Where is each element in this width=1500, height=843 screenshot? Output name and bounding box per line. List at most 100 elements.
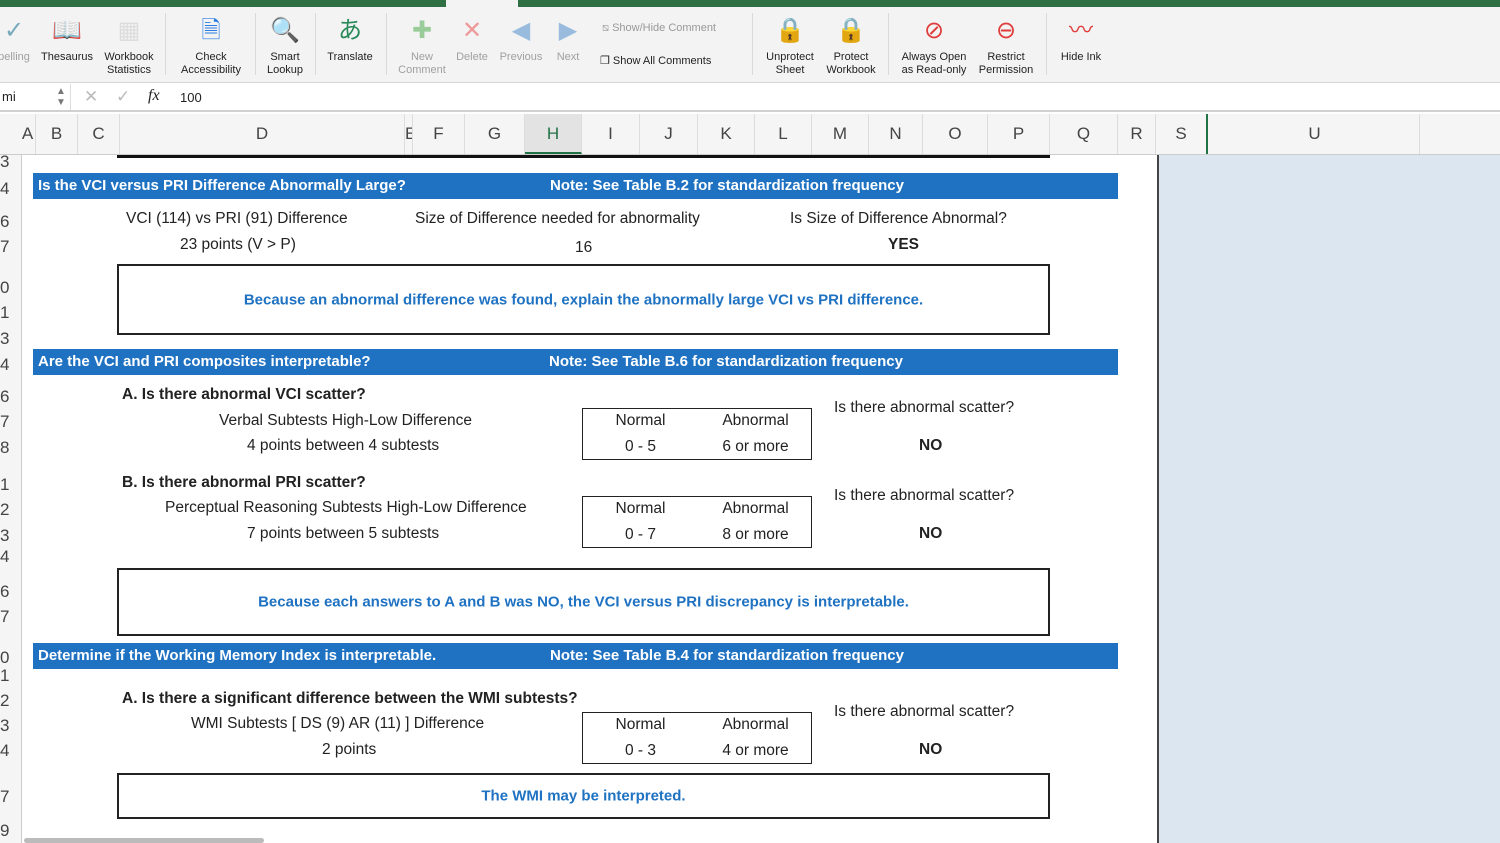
row-number[interactable]: 9: [0, 821, 9, 841]
vci-scatter-question: A. Is there abnormal VCI scatter?: [122, 386, 366, 403]
row-number[interactable]: 6: [0, 582, 9, 602]
always-open-read-only-button[interactable]: ⊘ Always Open as Read-only: [895, 7, 973, 77]
formula-bar: mi ▲ ▼ ✕ ✓ fx 100: [0, 84, 1500, 112]
unprotect-sheet-button[interactable]: 🔒 Unprotect Sheet: [760, 7, 820, 77]
normal-header: Normal: [615, 716, 666, 733]
row-number[interactable]: 4: [0, 547, 9, 567]
column-header[interactable]: L: [755, 114, 812, 154]
row-number[interactable]: 1: [0, 666, 9, 686]
hide-ink-button[interactable]: 〰 Hide Ink: [1054, 7, 1108, 64]
scatter-answer: NO: [919, 525, 943, 542]
formula-input[interactable]: 100: [180, 90, 202, 105]
explanation-box[interactable]: Because an abnormal difference was found…: [117, 264, 1050, 335]
abnormal-header: Abnormal: [722, 716, 789, 733]
column-header[interactable]: J: [640, 114, 698, 154]
row-number[interactable]: 3: [0, 155, 9, 172]
wmi-result-box[interactable]: The WMI may be interpreted.: [117, 773, 1050, 819]
next-comment-button[interactable]: ▶ Next: [550, 7, 586, 64]
row-number[interactable]: 3: [0, 526, 9, 546]
column-header[interactable]: E: [405, 114, 413, 154]
divider: [70, 84, 71, 110]
divider: [165, 13, 166, 75]
interpretation-message: Because each answers to A and B was NO, …: [258, 593, 909, 611]
section-title: Are the VCI and PRI composites interpret…: [38, 353, 371, 370]
column-header[interactable]: R: [1118, 114, 1156, 154]
delete-comment-button[interactable]: ✕ Delete: [452, 7, 492, 64]
wmi-difference-question: A. Is there a significant difference bet…: [122, 690, 578, 707]
verbal-difference-label: Verbal Subtests High-Low Difference: [219, 412, 473, 429]
column-header[interactable]: K: [698, 114, 755, 154]
column-header-selected[interactable]: H: [525, 114, 582, 154]
pri-scatter-question: B. Is there abnormal PRI scatter?: [122, 474, 366, 491]
row-number[interactable]: 2: [0, 500, 9, 520]
column-header[interactable]: O: [923, 114, 988, 154]
spelling-button[interactable]: ✓ pelling: [0, 7, 34, 64]
previous-comment-button[interactable]: ◀ Previous: [496, 7, 546, 64]
delete-comment-icon: ✕: [461, 17, 483, 44]
column-header[interactable]: B: [36, 114, 78, 154]
name-box[interactable]: mi: [2, 89, 16, 104]
difference-label: VCI (114) vs PRI (91) Difference: [126, 210, 348, 227]
row-number[interactable]: 1: [0, 475, 9, 495]
column-header[interactable]: Q: [1050, 114, 1118, 154]
row-number[interactable]: 1: [0, 303, 9, 323]
row-number[interactable]: 0: [0, 648, 9, 668]
column-header[interactable]: N: [869, 114, 923, 154]
horizontal-scrollbar[interactable]: [24, 838, 264, 843]
wmi-range-table: Normal Abnormal 0 - 3 4 or more: [582, 712, 812, 764]
row-number[interactable]: 7: [0, 787, 9, 807]
new-comment-icon: ✚: [411, 17, 433, 44]
enter-icon[interactable]: ✓: [116, 87, 130, 107]
row-number[interactable]: 7: [0, 237, 9, 257]
search-info-icon: 🔍: [270, 17, 300, 44]
row-number[interactable]: 3: [0, 329, 9, 349]
row-number[interactable]: 7: [0, 412, 9, 432]
row-number[interactable]: 0: [0, 278, 9, 298]
column-header[interactable]: M: [812, 114, 869, 154]
cancel-icon[interactable]: ✕: [84, 87, 98, 107]
row-number[interactable]: 4: [0, 179, 9, 199]
scatter-answer: NO: [919, 741, 943, 758]
active-ribbon-tab[interactable]: [446, 0, 518, 7]
previous-icon: ◀: [511, 17, 531, 44]
abnormal-range: 4 or more: [722, 742, 789, 759]
difference-value: 23 points (V > P): [180, 236, 296, 253]
comment-icon: ⧅: [602, 22, 613, 34]
workbook-lock-icon: 🔒: [836, 17, 866, 44]
section-header-wmi-interpretable: Determine if the Working Memory Index is…: [33, 643, 1118, 669]
column-header[interactable]: D: [120, 114, 405, 154]
column-header[interactable]: A: [20, 114, 36, 154]
row-number[interactable]: 6: [0, 212, 9, 232]
smart-lookup-button[interactable]: 🔍 Smart Lookup: [260, 7, 310, 77]
row-number[interactable]: 4: [0, 355, 9, 375]
divider: [386, 13, 387, 75]
row-number[interactable]: 8: [0, 438, 9, 458]
translate-button[interactable]: あ Translate: [320, 7, 380, 64]
is-abnormal-value: YES: [888, 236, 920, 253]
column-header[interactable]: S: [1156, 114, 1208, 154]
row-number[interactable]: 7: [0, 607, 9, 627]
scatter-question: Is there abnormal scatter?: [834, 487, 1015, 504]
show-hide-comment-button[interactable]: ⧅ Show/Hide Comment: [602, 22, 716, 35]
workbook-statistics-button[interactable]: ▦ Workbook Statistics: [100, 7, 158, 77]
vci-range-table: Normal Abnormal 0 - 5 6 or more: [582, 408, 812, 460]
column-header[interactable]: U: [1210, 114, 1420, 154]
column-header[interactable]: I: [582, 114, 640, 154]
row-number[interactable]: 4: [0, 741, 9, 761]
show-all-comments-button[interactable]: ❐ Show All Comments: [600, 54, 711, 67]
column-header[interactable]: G: [465, 114, 525, 154]
thesaurus-button[interactable]: 📖 Thesaurus: [38, 7, 96, 64]
check-accessibility-button[interactable]: 🗎 Check Accessibility: [172, 7, 250, 77]
function-icon[interactable]: fx: [148, 87, 160, 105]
row-number[interactable]: 2: [0, 691, 9, 711]
protect-workbook-button[interactable]: 🔒 Protect Workbook: [822, 7, 880, 77]
interpretation-box[interactable]: Because each answers to A and B was NO, …: [117, 568, 1050, 636]
new-comment-button[interactable]: ✚ New Comment: [392, 7, 452, 77]
name-box-stepper[interactable]: ▲ ▼: [56, 86, 66, 108]
restrict-permission-button[interactable]: ⊖ Restrict Permission: [973, 7, 1039, 77]
column-header[interactable]: P: [988, 114, 1050, 154]
column-header[interactable]: C: [78, 114, 120, 154]
column-header[interactable]: F: [413, 114, 465, 154]
row-number[interactable]: 6: [0, 387, 9, 407]
row-number[interactable]: 3: [0, 716, 9, 736]
